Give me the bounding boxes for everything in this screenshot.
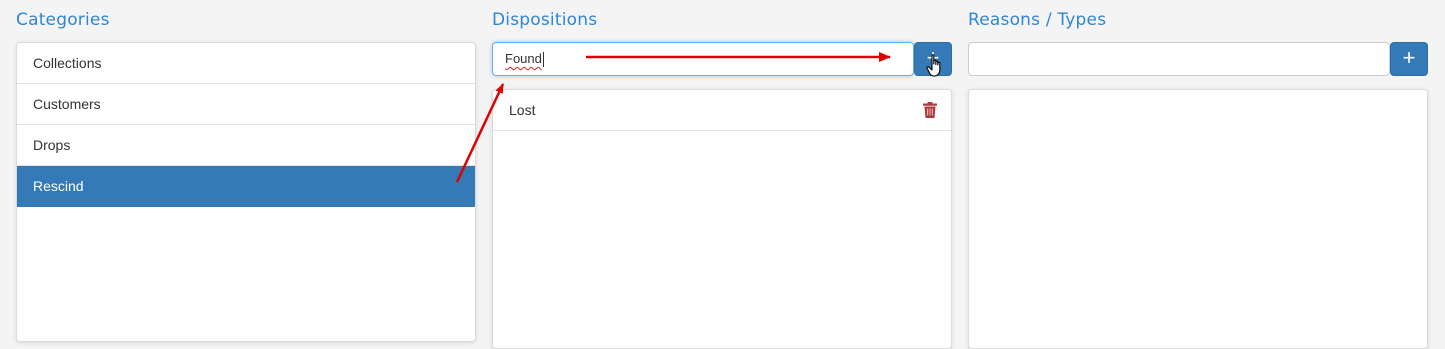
- add-reason-button[interactable]: +: [1390, 42, 1428, 76]
- disposition-input-value: Found: [505, 51, 542, 66]
- reasons-list: [968, 89, 1428, 349]
- category-item-collections[interactable]: Collections: [17, 43, 475, 84]
- categories-title: Categories: [16, 10, 110, 30]
- category-label: Collections: [33, 55, 102, 71]
- text-caret: [542, 52, 544, 68]
- category-item-drops[interactable]: Drops: [17, 125, 475, 166]
- category-item-customers[interactable]: Customers: [17, 84, 475, 125]
- disposition-input[interactable]: Found: [492, 42, 914, 76]
- categories-list: Collections Customers Drops Rescind: [16, 42, 476, 342]
- hand-pointer-icon: [926, 54, 941, 77]
- category-label: Rescind: [33, 178, 84, 194]
- category-item-rescind[interactable]: Rescind: [17, 166, 475, 207]
- disposition-label: Lost: [509, 102, 536, 118]
- category-label: Drops: [33, 137, 71, 153]
- reason-input[interactable]: [968, 42, 1390, 76]
- plus-icon: +: [1402, 45, 1416, 70]
- category-label: Customers: [33, 96, 101, 112]
- trash-icon[interactable]: [923, 102, 937, 118]
- disposition-item-lost[interactable]: Lost: [493, 90, 951, 131]
- reasons-title: Reasons / Types: [968, 10, 1107, 30]
- dispositions-title: Dispositions: [492, 10, 598, 30]
- dispositions-list: Lost: [492, 89, 952, 349]
